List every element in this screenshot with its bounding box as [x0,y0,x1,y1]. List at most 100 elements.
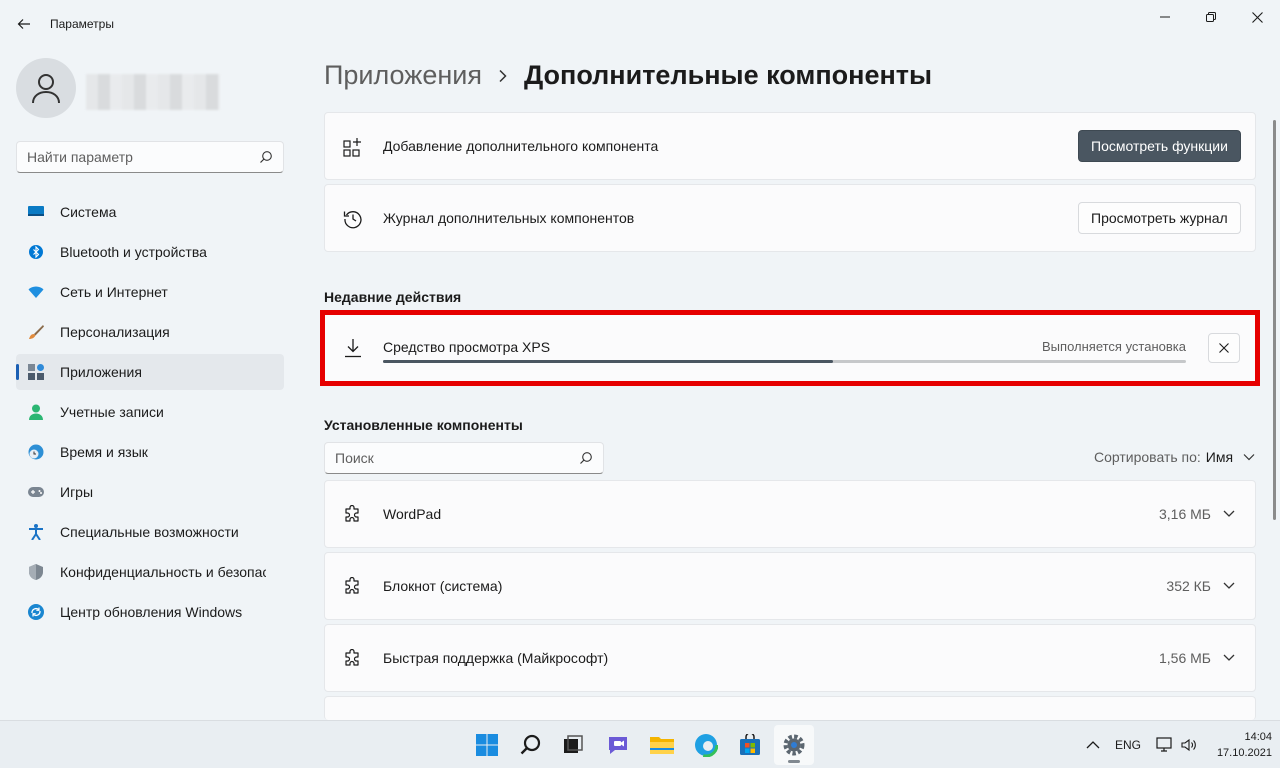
installed-features-heading: Установленные компоненты [324,417,523,433]
chevron-down-icon[interactable] [1222,506,1236,520]
feature-history-label: Журнал дополнительных компонентов [383,210,635,226]
installed-search-input[interactable] [325,443,565,473]
input-language[interactable]: ENG [1115,721,1141,768]
sidebar-item-label: Система [60,204,117,220]
sidebar-item-apps[interactable]: Приложения [16,354,284,390]
clock-time: 14:04 [1244,731,1272,743]
page-title: Дополнительные компоненты [523,60,933,90]
sidebar-item-shield[interactable]: Конфиденциальность и безопасность [16,554,284,590]
feature-size: 352 КБ [1166,578,1211,594]
speaker-icon [1181,738,1196,752]
store-button[interactable] [730,725,770,765]
sidebar-item-clock-globe[interactable]: Время и язык [16,434,284,470]
settings-search[interactable] [16,141,284,173]
wifi-icon [28,284,44,300]
arrow-left-icon [17,19,30,29]
person-outline-icon [32,74,60,104]
feature-size: 1,56 МБ [1159,650,1211,666]
installed-feature-item[interactable]: Быстрая поддержка (Майкрософт) 1,56 МБ [324,624,1256,692]
chevron-down-icon[interactable] [1222,578,1236,592]
puzzle-icon [343,649,363,669]
taskbar-search-button[interactable] [511,725,551,765]
edge-icon [694,733,718,757]
maximize-button[interactable] [1188,0,1234,34]
settings-taskbar-button[interactable] [774,725,814,765]
sidebar-item-label: Центр обновления Windows [60,604,243,620]
installed-feature-item-partial[interactable] [324,696,1256,720]
chevron-down-icon [1243,454,1255,461]
task-view-button[interactable] [553,725,593,765]
person-icon [28,404,44,420]
install-progress-bar [383,360,1186,363]
minimize-button[interactable] [1142,0,1188,34]
feature-name: Блокнот (система) [383,578,503,594]
chat-button[interactable] [598,725,638,765]
recent-actions-heading: Недавние действия [324,289,462,305]
view-history-button[interactable]: Просмотреть журнал [1078,202,1241,234]
sort-label: Сортировать по: [1094,449,1201,465]
search-icon [580,452,592,464]
sidebar-item-label: Приложения [60,364,142,380]
close-icon [1219,343,1229,353]
sidebar-item-bluetooth[interactable]: Bluetooth и устройства [16,234,284,270]
installing-item-name: Средство просмотра XPS [383,339,551,355]
sidebar-item-gamepad[interactable]: Игры [16,474,284,510]
installed-feature-item[interactable]: Блокнот (система) 352 КБ [324,552,1256,620]
sidebar-item-monitor[interactable]: Система [16,194,284,230]
close-icon [1251,11,1263,23]
avatar [16,58,76,118]
file-explorer-button[interactable] [642,725,682,765]
sort-value: Имя [1205,449,1234,465]
chevron-up-icon [1086,741,1100,749]
sidebar-item-label: Учетные записи [60,404,164,420]
scrollbar[interactable] [1273,120,1276,520]
download-icon [343,338,363,361]
gear-icon [783,734,805,756]
add-feature-card: Добавление дополнительного компонента По… [324,112,1256,180]
sidebar-item-label: Время и язык [60,444,148,460]
start-button[interactable] [467,725,507,765]
sidebar-item-update[interactable]: Центр обновления Windows [16,594,284,630]
sidebar-item-accessibility[interactable]: Специальные возможности [16,514,284,550]
task-view-icon [564,735,583,753]
feature-size: 3,16 МБ [1159,506,1211,522]
folder-icon [650,737,674,754]
view-features-button[interactable]: Посмотреть функции [1078,130,1241,162]
back-button[interactable] [10,10,38,38]
installed-search[interactable] [324,442,604,474]
sort-control[interactable]: Сортировать по: Имя [1094,449,1255,465]
accessibility-icon [28,524,44,540]
installed-feature-item[interactable]: WordPad 3,16 МБ [324,480,1256,548]
show-hidden-icons-button[interactable] [1086,721,1100,768]
puzzle-icon [343,577,363,597]
minimize-icon [1160,16,1170,18]
sidebar-item-person[interactable]: Учетные записи [16,394,284,430]
settings-search-input[interactable] [17,149,247,165]
sidebar-item-wifi[interactable]: Сеть и Интернет [16,274,284,310]
brush-icon [28,324,44,340]
feature-history-card: Журнал дополнительных компонентов Просмо… [324,184,1256,252]
breadcrumb-parent[interactable]: Приложения [324,60,482,91]
network-status[interactable] [1156,721,1174,768]
cancel-install-button[interactable] [1208,333,1240,363]
sidebar-nav: Система Bluetooth и устройства Сеть и Ин… [16,194,284,634]
puzzle-icon [343,505,363,525]
breadcrumb: Приложения Дополнительные компоненты [324,60,932,91]
clock[interactable]: 14:04 17.10.2021 [1208,729,1272,761]
edge-button[interactable] [686,725,726,765]
chevron-down-icon[interactable] [1222,650,1236,664]
volume-status[interactable] [1181,721,1197,768]
recent-install-card: Средство просмотра XPS Выполняется устан… [325,315,1255,381]
add-grid-icon [343,137,363,157]
add-feature-label: Добавление дополнительного компонента [383,138,659,154]
restore-icon [1206,12,1216,22]
breadcrumb-separator [498,69,508,83]
close-window-button[interactable] [1234,0,1280,34]
sidebar-item-label: Сеть и Интернет [60,284,168,300]
sidebar-item-brush[interactable]: Персонализация [16,314,284,350]
settings-window: Параметры Система Bluetooth и устройства [0,0,1280,720]
chevron-right-icon [499,69,507,82]
sidebar-item-label: Специальные возможности [60,524,239,540]
clock-date: 17.10.2021 [1216,747,1272,759]
sidebar-item-label: Игры [60,484,94,500]
